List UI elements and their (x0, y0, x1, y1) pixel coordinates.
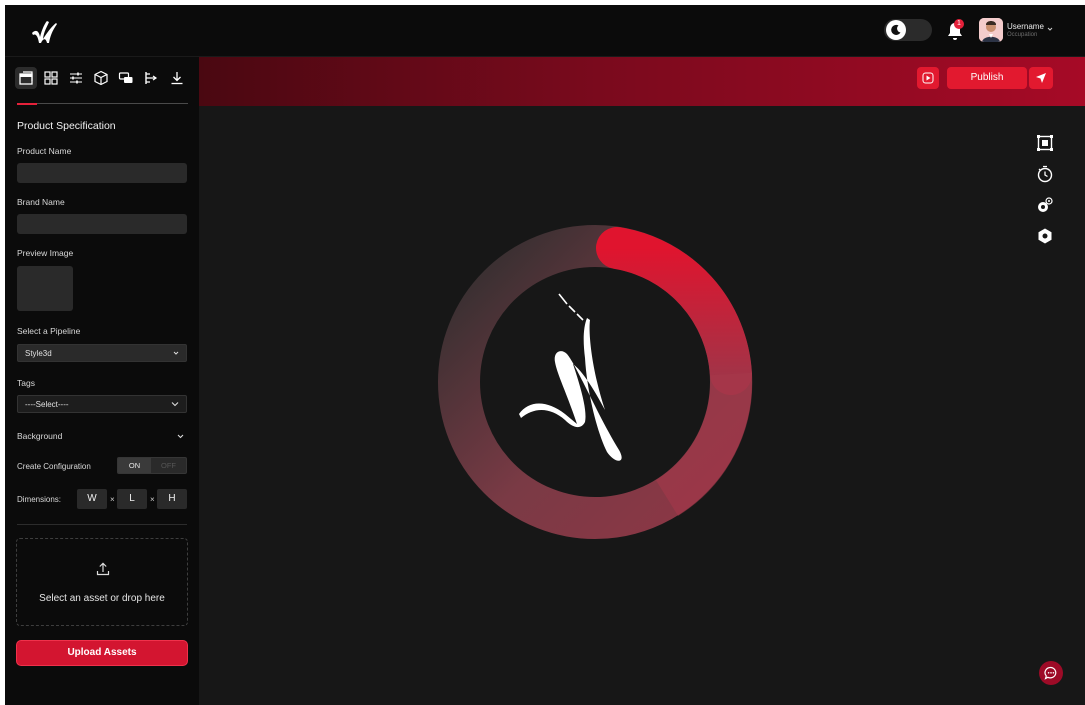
grid-icon (44, 71, 58, 85)
settings-button[interactable] (1035, 195, 1055, 215)
upload-assets-button[interactable]: Upload Assets (16, 640, 188, 666)
dropzone-text: Select an asset or drop here (39, 593, 165, 604)
viewport-canvas[interactable] (199, 106, 1085, 705)
brand-name-label: Brand Name (17, 197, 65, 207)
tags-select-value: ----Select---- (25, 400, 69, 409)
avatar[interactable] (979, 18, 1003, 42)
download-icon (171, 72, 183, 85)
pipeline-select[interactable]: Style3d (17, 344, 187, 362)
toggle-on-option[interactable]: ON (118, 458, 151, 473)
tab-comments[interactable] (115, 67, 137, 89)
toggle-off-option[interactable]: OFF (151, 458, 186, 473)
send-icon (1036, 73, 1046, 83)
play-icon (922, 72, 934, 84)
preview-image-label: Preview Image (17, 248, 74, 258)
chevron-down-icon (173, 351, 179, 355)
loading-spinner (438, 225, 753, 539)
hexagon-button[interactable] (1035, 226, 1055, 246)
preview-image-slot[interactable] (17, 266, 73, 311)
brand-logo-mark (519, 293, 622, 461)
pipeline-select-value: Style3d (25, 349, 52, 358)
timer-button[interactable] (1035, 164, 1055, 184)
tab-grid[interactable] (40, 67, 62, 89)
chevron-down-icon[interactable] (1046, 25, 1054, 33)
app-window: 1 Username Occupation Product Specificat… (5, 5, 1085, 705)
cube-icon (94, 70, 108, 86)
flow-icon (145, 72, 158, 84)
brand-logo[interactable] (29, 19, 59, 45)
theme-toggle[interactable] (884, 19, 932, 41)
layers-icon (19, 71, 33, 85)
dimension-separator: × (150, 495, 155, 504)
chat-bubble-icon (1044, 666, 1057, 680)
tab-layers[interactable] (15, 67, 37, 89)
top-bar: 1 Username Occupation (5, 5, 1085, 57)
settings-icon (1038, 197, 1053, 212)
send-button[interactable] (1029, 67, 1053, 89)
fit-frame-button[interactable] (1035, 133, 1055, 153)
active-tab-indicator (17, 103, 37, 105)
product-name-input[interactable] (17, 163, 187, 183)
product-name-label: Product Name (17, 146, 72, 156)
dimensions-label: Dimensions: (17, 495, 62, 504)
user-name[interactable]: Username (1007, 22, 1044, 31)
tab-cube[interactable] (90, 67, 112, 89)
tab-sliders[interactable] (65, 67, 87, 89)
sidebar-divider (17, 524, 187, 525)
chevron-down-icon (171, 402, 179, 407)
asset-dropzone[interactable]: Select an asset or drop here (16, 538, 188, 626)
hexagon-icon (1038, 228, 1052, 244)
upload-icon (96, 562, 110, 576)
theme-toggle-knob (886, 20, 906, 40)
publish-button[interactable]: Publish (947, 67, 1027, 89)
brand-name-input[interactable] (17, 214, 187, 234)
tags-select[interactable]: ----Select---- (17, 395, 187, 413)
chat-support-button[interactable] (1039, 661, 1063, 685)
create-config-label: Create Configuration (17, 462, 91, 471)
frame-icon (1037, 135, 1053, 151)
user-occupation: Occupation (1007, 32, 1038, 38)
canvas-toolbar: Publish (199, 57, 1085, 106)
dimension-separator: × (110, 495, 115, 504)
tab-download[interactable] (166, 67, 188, 89)
tags-label: Tags (17, 378, 35, 388)
sidebar: Product Specification Product Name Brand… (5, 57, 199, 705)
pipeline-label: Select a Pipeline (17, 326, 81, 336)
sliders-icon (70, 72, 82, 84)
moon-icon (891, 24, 901, 35)
background-accordion[interactable]: Background (17, 429, 187, 443)
dimension-length-input[interactable]: L (117, 489, 147, 509)
toolbar-divider (17, 103, 188, 104)
user-photo (979, 18, 1003, 42)
dimension-width-input[interactable]: W (77, 489, 107, 509)
preview-play-button[interactable] (917, 67, 939, 89)
dimension-height-input[interactable]: H (157, 489, 187, 509)
create-config-toggle[interactable]: ON OFF (117, 457, 187, 474)
background-label: Background (17, 431, 63, 441)
chat-icon (118, 72, 133, 83)
timer-icon (1037, 165, 1053, 183)
sidebar-toolbar (15, 67, 190, 93)
notification-badge: 1 (954, 19, 964, 29)
tab-flow[interactable] (140, 67, 162, 89)
chevron-down-icon (177, 434, 184, 439)
section-title: Product Specification (17, 120, 116, 132)
